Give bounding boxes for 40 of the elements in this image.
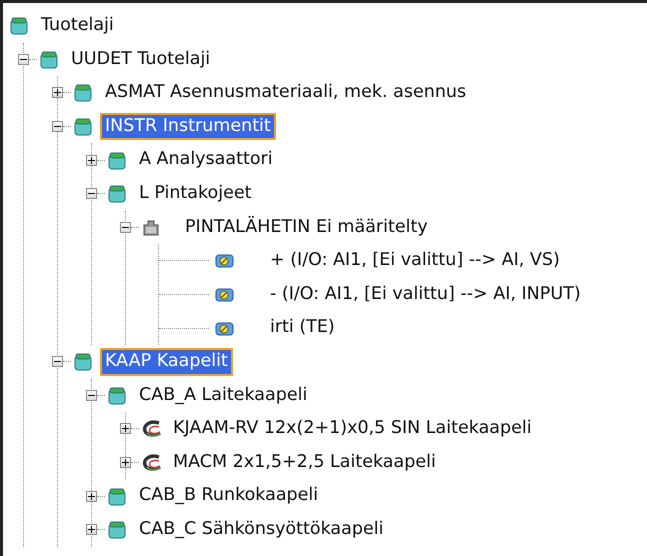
category-folder-icon (73, 82, 94, 104)
expand-toggle[interactable] (52, 87, 63, 98)
tree-item-label[interactable]: ASMAT Asennusmateriaali, mek. asennus (100, 79, 472, 107)
tree-item-label[interactable]: KAAP Kaapelit (100, 348, 233, 376)
collapse-toggle[interactable] (120, 222, 131, 233)
collapse-toggle[interactable] (86, 390, 97, 401)
tree-item-label[interactable]: A Analysaattori (134, 146, 278, 174)
category-folder-icon (39, 48, 60, 70)
tree-item-label[interactable]: INSTR Instrumentit (100, 112, 276, 140)
cable-icon (141, 452, 162, 474)
tree-item-label[interactable]: UUDET Tuotelaji (66, 46, 216, 74)
tree-item-label[interactable]: KJAAM-RV 12x(2+1)x0,5 SIN Laitekaapeli (168, 415, 537, 443)
category-folder-icon (107, 384, 128, 406)
collapse-toggle[interactable] (18, 54, 29, 65)
category-folder-icon (107, 183, 128, 204)
category-folder-icon (9, 15, 30, 36)
tree-item-label[interactable]: L Pintakojeet (134, 180, 256, 208)
tree-item-label[interactable]: PINTALÄHETIN Ei määritelty (180, 214, 433, 242)
category-folder-icon (73, 351, 94, 372)
expand-toggle[interactable] (120, 457, 131, 468)
tree-item-label[interactable]: - (I/O: AI1, [Ei valittu] --> AI, INPUT) (265, 280, 586, 308)
category-folder-icon (107, 486, 128, 507)
collapse-toggle[interactable] (52, 121, 63, 132)
expand-toggle[interactable] (86, 524, 97, 536)
tree-item-label[interactable]: CAB_C Sähkönsyöttökaapeli (134, 516, 388, 544)
tree-item-label[interactable]: CAB_A Laitekaapeli (134, 382, 312, 410)
category-folder-icon (107, 150, 128, 171)
category-folder-icon (73, 116, 94, 138)
tree-item-label[interactable]: Tuotelaji (36, 12, 119, 40)
tree-item-label[interactable]: CAB_B Runkokaapeli (134, 482, 324, 510)
tree-item-label[interactable]: + (I/O: AI1, [Ei valittu] --> AI, VS) (265, 247, 565, 275)
tree-item-label[interactable]: irti (TE) (265, 314, 340, 342)
expand-toggle[interactable] (120, 423, 131, 434)
collapse-toggle[interactable] (52, 356, 63, 368)
tree-item-label[interactable]: MACM 2x1,5+2,5 Laitekaapeli (168, 448, 441, 476)
expand-toggle[interactable] (86, 154, 97, 166)
category-folder-icon (107, 519, 128, 540)
collapse-toggle[interactable] (86, 188, 97, 200)
expand-toggle[interactable] (86, 490, 97, 502)
cable-icon (141, 418, 162, 440)
